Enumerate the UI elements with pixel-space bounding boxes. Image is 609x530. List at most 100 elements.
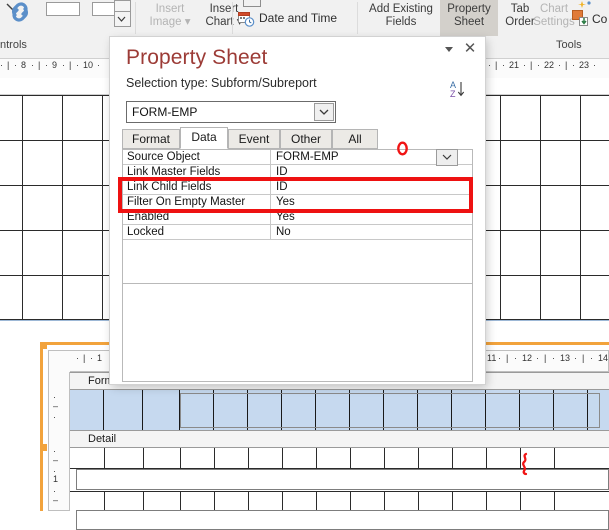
detail-section-area[interactable] bbox=[70, 448, 609, 530]
property-sheet-panel[interactable]: ✕ Property Sheet Selection type: Subform… bbox=[110, 37, 485, 384]
ribbon-property-sheet-line1: Property bbox=[447, 3, 491, 15]
property-name: Source Object bbox=[123, 150, 271, 165]
detail-grid-cell bbox=[214, 448, 215, 468]
property-name: Locked bbox=[123, 225, 271, 240]
detail-grid-cell bbox=[520, 491, 521, 511]
property-row[interactable]: Source Object FORM-EMP bbox=[123, 149, 472, 166]
property-value[interactable]: Yes bbox=[271, 195, 472, 210]
detail-grid-cell bbox=[452, 491, 453, 511]
chevron-down-icon bbox=[445, 47, 453, 52]
detail-grid-cell bbox=[384, 448, 385, 468]
ribbon: Insert Image ▾ Insert Chart ▾ Date and T… bbox=[0, 0, 609, 37]
detail-grid-cell bbox=[180, 491, 181, 511]
tab-all-label: All bbox=[348, 132, 362, 146]
detail-grid-cell bbox=[180, 448, 181, 468]
gallery-item-1[interactable] bbox=[46, 2, 80, 16]
detail-grid-cell bbox=[486, 491, 487, 511]
inner-vertical-ruler[interactable]: · – · · – · 1 · – bbox=[48, 372, 70, 511]
ribbon-insert-image-button[interactable]: Insert Image ▾ bbox=[142, 3, 198, 29]
ribbon-group-controls-label: ntrols bbox=[0, 39, 27, 51]
detail-grid-cell bbox=[316, 448, 317, 468]
tab-format-label: Format bbox=[131, 132, 170, 146]
property-name: Link Master Fields bbox=[123, 165, 271, 180]
property-value[interactable]: No bbox=[271, 225, 472, 240]
detail-grid-cell bbox=[350, 448, 351, 468]
ribbon-date-and-time-button[interactable]: Date and Time bbox=[238, 10, 353, 28]
detail-grid-cell bbox=[486, 448, 487, 468]
object-selector-dropdown-button[interactable] bbox=[314, 103, 334, 121]
close-button[interactable]: ✕ bbox=[461, 41, 479, 57]
inner-ruler-tick: 13 bbox=[560, 353, 571, 363]
tab-data-label: Data bbox=[191, 130, 217, 144]
calendar-clock-icon bbox=[238, 12, 255, 27]
detail-grid-cell bbox=[554, 448, 555, 468]
inner-ruler-corner[interactable] bbox=[48, 350, 72, 374]
object-selector-combo[interactable]: FORM-EMP bbox=[126, 101, 336, 123]
tab-data[interactable]: Data bbox=[180, 127, 228, 149]
ribbon-insert-image-line1: Insert bbox=[155, 3, 185, 15]
chevron-down-icon bbox=[117, 16, 126, 22]
property-value[interactable]: Yes bbox=[271, 210, 472, 225]
form-header-control[interactable] bbox=[180, 393, 600, 428]
ribbon-add-existing-fields-button[interactable]: Add Existing Fields bbox=[364, 3, 438, 29]
form-header-band[interactable] bbox=[70, 390, 609, 431]
inner-ruler-tick: 14 bbox=[598, 353, 609, 363]
ribbon-group-tools-label: Tools bbox=[556, 39, 582, 51]
section-bar-detail[interactable]: Detail bbox=[70, 430, 609, 448]
inner-ruler-tick: 1 bbox=[97, 353, 103, 363]
property-grid[interactable]: Source Object FORM-EMP Link Master Field… bbox=[122, 149, 473, 284]
tab-event[interactable]: Event bbox=[228, 129, 280, 149]
selection-handle-top-left[interactable] bbox=[40, 342, 47, 349]
chevron-down-icon bbox=[319, 109, 329, 115]
detail-grid-cell bbox=[248, 491, 249, 511]
detail-grid-cell bbox=[282, 448, 283, 468]
outer-ruler-tick: 22 bbox=[544, 60, 555, 70]
ribbon-property-sheet-button[interactable]: Property Sheet bbox=[440, 0, 498, 36]
property-value[interactable]: ID bbox=[271, 165, 472, 180]
inner-ruler-tick: 11 bbox=[487, 353, 497, 363]
ribbon-convert-macros-button[interactable]: Co bbox=[572, 8, 609, 30]
tab-other[interactable]: Other bbox=[280, 129, 332, 149]
selection-handle-middle-left[interactable] bbox=[40, 444, 47, 451]
detail-grid-cell bbox=[384, 491, 385, 511]
tab-format[interactable]: Format bbox=[122, 129, 180, 149]
tab-event-label: Event bbox=[238, 132, 270, 146]
collapse-button[interactable] bbox=[440, 41, 458, 57]
sort-az-icon[interactable]: A Z bbox=[448, 78, 472, 100]
detail-control-row[interactable] bbox=[76, 469, 609, 490]
property-row[interactable]: Filter On Empty Master Yes bbox=[123, 195, 472, 210]
detail-grid-cell bbox=[104, 491, 105, 511]
detail-control-row[interactable] bbox=[76, 510, 609, 530]
property-tabs[interactable]: Format Data Event Other All bbox=[122, 127, 472, 149]
header-footer-icon bbox=[243, 0, 261, 7]
detail-grid-cell bbox=[554, 491, 555, 511]
hyperlink-icon[interactable] bbox=[5, 1, 35, 23]
property-name: Enabled bbox=[123, 210, 271, 225]
property-value[interactable]: ID bbox=[271, 180, 472, 195]
convert-macros-icon bbox=[572, 10, 588, 26]
ribbon-convert-macros-label: Co bbox=[592, 12, 608, 26]
property-row[interactable]: Enabled Yes bbox=[123, 210, 472, 225]
property-row[interactable]: Link Master Fields ID bbox=[123, 165, 472, 180]
header-grid-cell bbox=[70, 390, 104, 430]
tab-other-label: Other bbox=[290, 132, 321, 146]
property-grid-empty-area bbox=[122, 284, 473, 382]
ribbon-add-existing-fields-line1: Add Existing bbox=[369, 3, 433, 15]
tab-all[interactable]: All bbox=[332, 129, 378, 149]
header-grid-cell bbox=[104, 390, 143, 430]
gallery-scroll-down[interactable] bbox=[114, 11, 131, 27]
sparkle-icon bbox=[578, 1, 591, 8]
outer-ruler-tick: 10 bbox=[83, 60, 94, 70]
page-title: Property Sheet bbox=[126, 46, 268, 69]
outer-ruler-tick: 21 bbox=[509, 60, 520, 70]
outer-ruler-tick: 8 bbox=[21, 60, 27, 70]
property-row[interactable]: Link Child Fields ID bbox=[123, 180, 472, 195]
section-bar-detail-label: Detail bbox=[88, 433, 117, 445]
detail-grid-cell bbox=[520, 448, 521, 468]
chevron-down-icon bbox=[442, 154, 452, 160]
property-value-dropdown-button[interactable] bbox=[436, 149, 458, 166]
selection-type-label: Selection type: bbox=[126, 76, 208, 90]
detail-grid-cell bbox=[452, 448, 453, 468]
property-row[interactable]: Locked No bbox=[123, 225, 472, 240]
property-name: Link Child Fields bbox=[123, 180, 271, 195]
